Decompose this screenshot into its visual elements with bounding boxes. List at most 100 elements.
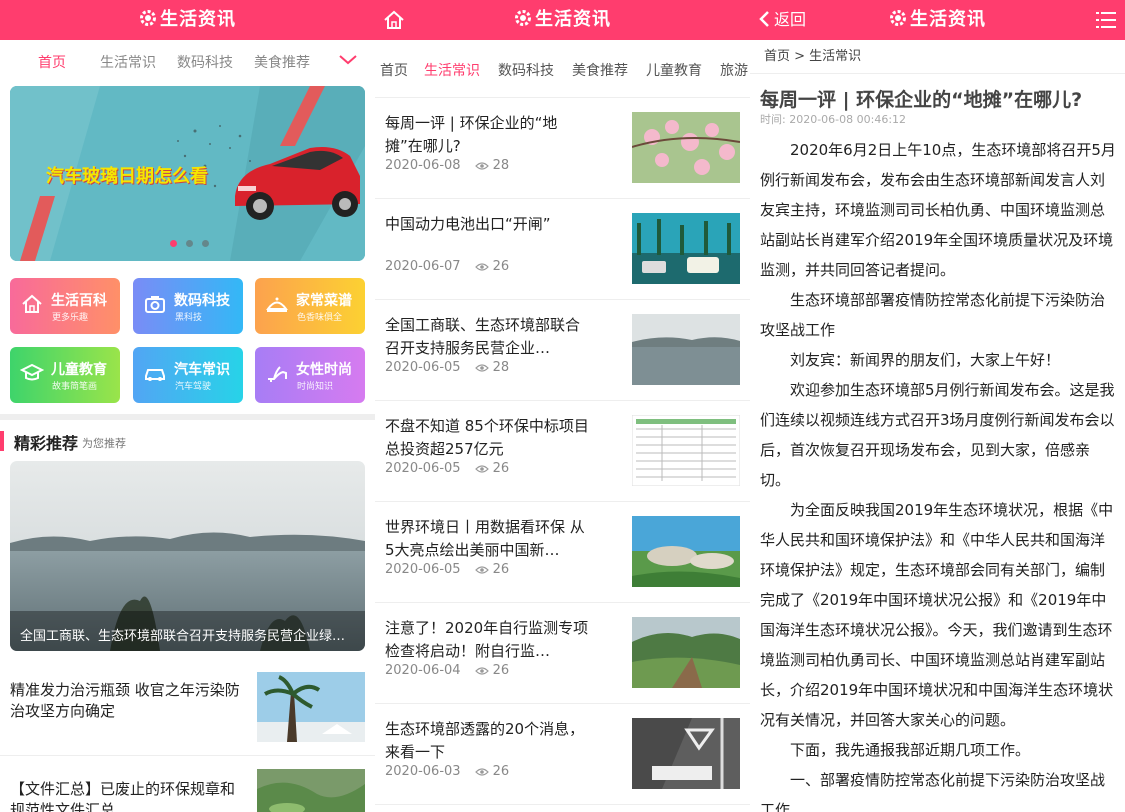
tab-child-education[interactable]: 儿童教育 [646,60,702,80]
article-date: 2020-06-07 [385,259,461,274]
tab-digital-tech[interactable]: 数码科技 [177,52,233,72]
category-sublabel: 时尚知识 [297,382,334,392]
article-row[interactable]: 中国动力电池出口“开闸” 2020-06-07 26 [375,199,750,300]
section-subtitle: 为您推荐 [82,437,126,450]
article-views: 28 [492,360,510,375]
category-list-screen: 生活资讯 首页 生活常识 数码科技 美食推荐 儿童教育 旅游 每周一评 | 环保… [375,0,750,812]
car-icon [145,369,165,381]
article-thumbnail [632,516,740,587]
article-thumbnail [632,112,740,183]
category-home-recipes[interactable]: 家常菜谱 色香味俱全 [255,278,365,334]
article-row[interactable]: 世界环境日丨用数据看环保 从5大亮点绘出美丽中国新… 2020-06-05 26 [375,502,750,603]
carousel-dot-2[interactable] [186,240,193,247]
category-life-encyclopedia[interactable]: 生活百科 更多乐趣 [10,278,120,334]
article-date: 2020-06-04 [385,663,461,678]
category-women-fashion[interactable]: 女性时尚 时尚知识 [255,347,365,403]
eye-icon [474,364,489,372]
featured-article[interactable]: 全国工商联、生态环境部联合召开支持服务民营企业绿色发展... [10,461,365,651]
article-title: 中国动力电池出口“开闸” [385,215,551,233]
category-tabs: 首页 生活常识 数码科技 美食推荐 儿童教育 旅游 [375,40,750,98]
article-date: 2020-06-08 [385,158,461,173]
tab-digital-tech[interactable]: 数码科技 [498,60,554,80]
tab-life-tips[interactable]: 生活常识 [100,52,156,72]
article-row[interactable]: 生态环境部透露的20个消息，来看一下 2020-06-03 26 [375,704,750,805]
article-title: 不盘不知道 85个环保中标项目总投资超257亿元 [385,417,589,458]
article-title: 生态环境部透露的20个消息，来看一下 [385,720,585,761]
category-child-education[interactable]: 儿童教育 故事简笔画 [10,347,120,403]
category-label: 家常菜谱 [296,293,352,309]
article-thumbnail [632,617,740,688]
article-paragraph: 2020年6月2日上午10点，生态环境部将召开5月例行新闻发布会，发布会由生态环… [760,141,1116,279]
category-label: 生活百科 [51,293,107,309]
article-time: 时间: 2020-06-08 00:46:12 [760,113,907,126]
app-header: 生活资讯 [0,0,375,40]
article-paragraph: 下面，我先通报我部近期几项工作。 [790,741,1031,759]
tab-travel[interactable]: 旅游 [720,60,748,80]
article-meta: 2020-06-07 26 [385,259,509,274]
article-thumbnail [632,718,740,789]
high-heel-icon [268,366,287,382]
carousel-dots [170,232,218,251]
category-digital-tech[interactable]: 数码科技 黑科技 [133,278,243,334]
banner-title: 汽车玻璃日期怎么看 [46,166,208,187]
category-car-tips[interactable]: 汽车常识 汽车驾驶 [133,347,243,403]
list-item[interactable]: 【文件汇总】已废止的环保规章和规范性文件汇总 [0,757,375,812]
list-item[interactable]: 精准发力治污瓶颈 收官之年污染防治攻坚方向确定 [0,668,375,756]
tab-life-tips[interactable]: 生活常识 [424,60,480,80]
article-row[interactable]: 注意了！2020年自行监测专项检查将启动！附自行监… 2020-06-04 26 [375,603,750,704]
app-title: 生活资讯 [375,0,750,40]
flower-icon [140,10,156,26]
article-views: 26 [492,764,510,779]
home-icon [22,294,42,313]
carousel-dot-3[interactable] [202,240,209,247]
article-title: 每周一评 | 环保企业的“地摊”在哪儿? [385,114,558,155]
tab-home[interactable]: 首页 [38,52,66,72]
article-row[interactable]: 每周一评 | 环保企业的“地摊”在哪儿? 2020-06-08 28 [375,98,750,199]
article-meta: 2020-06-04 26 [385,663,509,678]
category-sublabel: 汽车驾驶 [175,382,212,392]
flower-icon [890,10,906,26]
list-item-title: 【文件汇总】已废止的环保规章和规范性文件汇总 [10,780,236,812]
list-item-thumbnail [257,769,365,812]
category-label: 儿童教育 [51,362,107,378]
eye-icon [474,768,489,776]
article-meta: 2020-06-05 26 [385,461,509,476]
tab-home[interactable]: 首页 [380,60,408,80]
dish-icon [266,297,288,312]
list-item-title: 精准发力治污瓶颈 收官之年污染防治攻坚方向确定 [10,681,240,720]
category-sublabel: 更多乐趣 [52,313,89,323]
carousel-dot-1[interactable] [170,240,177,247]
featured-caption: 全国工商联、生态环境部联合召开支持服务民营企业绿色发展... [20,629,355,644]
banner-carousel[interactable]: 汽车玻璃日期怎么看 [10,86,365,261]
article-row[interactable]: 全国工商联、生态环境部联合召开支持服务民营企业… 2020-06-05 28 [375,300,750,401]
article-meta: 2020-06-05 28 [385,360,509,375]
app-title: 生活资讯 [0,0,375,40]
category-label: 数码科技 [174,293,230,309]
category-sublabel: 色香味俱全 [297,313,343,323]
article-date: 2020-06-05 [385,562,461,577]
category-label: 女性时尚 [296,362,352,378]
article-thumbnail [632,314,740,385]
app-header: 返回 生活资讯 [750,0,1125,40]
article-thumbnail [632,213,740,284]
chevron-down-icon[interactable] [338,54,358,66]
app-title: 生活资讯 [750,0,1125,40]
section-title: 精彩推荐 [14,434,79,453]
tab-food[interactable]: 美食推荐 [254,52,310,72]
category-sublabel: 黑科技 [175,313,203,323]
article-title: 世界环境日丨用数据看环保 从5大亮点绘出美丽中国新… [385,518,585,559]
article-row[interactable]: 不盘不知道 85个环保中标项目总投资超257亿元 2020-06-05 26 [375,401,750,502]
article-views: 26 [492,461,510,476]
eye-icon [474,566,489,574]
tab-food[interactable]: 美食推荐 [572,60,628,80]
article-meta: 2020-06-03 26 [385,764,509,779]
breadcrumb: 首页 > 生活常识 [750,40,1125,74]
eye-icon [474,162,489,170]
section-divider [0,414,375,420]
menu-icon[interactable] [1095,9,1117,31]
article-views: 26 [492,259,510,274]
article-views: 26 [492,663,510,678]
article-date: 2020-06-05 [385,461,461,476]
article-views: 28 [492,158,510,173]
article-paragraph: 刘友宾：新闻界的朋友们，大家上午好！ [790,351,1061,369]
